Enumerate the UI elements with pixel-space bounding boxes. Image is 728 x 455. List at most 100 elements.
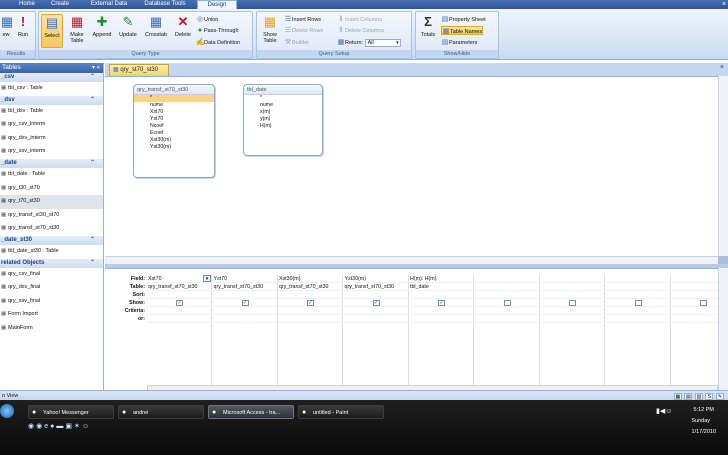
crosstab-button[interactable]: ▦ Crosstab [142, 14, 170, 48]
table-names-button[interactable]: ▦Table Names [441, 26, 484, 35]
insert-rows-button[interactable]: ☰Insert Rows [284, 15, 321, 24]
taskbar-button[interactable]: ● untitled - Paint [298, 405, 384, 419]
design-view-icon[interactable]: ✎ [716, 393, 724, 400]
nav-group-header[interactable]: _date_st30 ⌃ [0, 235, 103, 245]
show-checkbox[interactable] [503, 300, 511, 306]
grid-or-cell[interactable] [409, 315, 474, 323]
delete-rows-button[interactable]: ☰Delete Rows [284, 26, 323, 35]
grid-table-cell[interactable]: qry_transf_st70_st30 [343, 283, 409, 291]
tab-create[interactable]: Create [46, 0, 74, 9]
grid-show-cell[interactable]: ✓ [343, 299, 409, 307]
grid-criteria-cell[interactable] [540, 307, 605, 315]
tab-design[interactable]: Design [197, 0, 237, 9]
view-button[interactable]: ▦ ew [0, 14, 13, 48]
show-checkbox[interactable]: ✓ [372, 300, 380, 306]
grid-or-cell[interactable] [147, 315, 212, 323]
taskbar-button[interactable]: ● andrei [118, 405, 204, 419]
grid-criteria-cell[interactable] [147, 307, 212, 315]
nav-item[interactable]: ▦ tbl_date_st30 : Table [0, 245, 103, 259]
grid-field-cell[interactable]: Xst30(m) [278, 275, 343, 283]
grid-table-cell[interactable]: qry_transf_st70_st30 [212, 283, 278, 291]
field-dropdown-icon[interactable]: ▾ [203, 275, 211, 282]
field-list-item[interactable]: Xst30(m) [134, 137, 214, 144]
nav-item[interactable]: ▦ qry_t30_st70 [0, 182, 103, 196]
grid-show-cell[interactable] [605, 299, 671, 307]
nav-item[interactable]: ▦ qry_t70_st30 [0, 195, 103, 209]
show-checkbox[interactable] [634, 300, 642, 306]
grid-criteria-cell[interactable] [409, 307, 474, 315]
nav-item[interactable]: ▦ tbl_csv : Table [0, 82, 103, 96]
update-button[interactable]: ✎ Update [116, 14, 140, 48]
show-checkbox[interactable] [700, 300, 707, 306]
clock-time[interactable]: 5:12 PM [694, 407, 714, 413]
messenger-tray-icon[interactable]: ☺ [665, 408, 672, 415]
browser-icon[interactable]: ◉ [36, 423, 44, 430]
grid-table-cell[interactable] [474, 283, 540, 291]
grid-or-cell[interactable] [540, 315, 605, 323]
select-button[interactable]: ▤ Select [41, 14, 63, 48]
grid-criteria-cell[interactable] [212, 307, 278, 315]
property-sheet-button[interactable]: ▤Property Sheet [441, 15, 486, 24]
field-list-item[interactable]: Xst70 [134, 109, 214, 116]
grid-table-cell[interactable]: tbl_date [409, 283, 474, 291]
delete-columns-button[interactable]: ⫴ Delete Columns [337, 26, 385, 35]
save-icon[interactable]: ▣ [65, 423, 74, 430]
insert-columns-button[interactable]: ⫴ Insert Columns [337, 15, 382, 24]
show-checkbox[interactable]: ✓ [307, 300, 314, 306]
grid-field-cell[interactable] [605, 275, 671, 283]
close-document-icon[interactable]: × [720, 64, 724, 71]
nav-item[interactable]: ▦ qry_transf_st30_st70 [0, 209, 103, 223]
nav-item[interactable]: ▦ qry_ssv_final [0, 295, 103, 309]
folder-icon[interactable]: ▬ [56, 423, 65, 430]
pivot-chart-view-icon[interactable]: ▥ [694, 393, 703, 400]
grid-or-cell[interactable] [605, 315, 671, 323]
nav-group-header[interactable]: related Objects ⌃ [0, 258, 103, 268]
sql-view-icon[interactable]: S [705, 393, 714, 400]
grid-criteria-cell[interactable] [278, 307, 343, 315]
grid-field-cell[interactable]: Yst30(m) [343, 275, 409, 283]
field-list-item[interactable]: Yst70 [134, 116, 214, 123]
grid-field-cell[interactable] [540, 275, 605, 283]
show-checkbox[interactable] [569, 300, 576, 306]
grid-field-cell[interactable]: Yst70 [212, 275, 278, 283]
nav-header[interactable]: Tables ▾ « [0, 63, 103, 73]
tab-home[interactable]: Home [14, 0, 40, 9]
windows-icon[interactable]: ◉ [28, 423, 36, 430]
run-button[interactable]: ! Run [15, 14, 31, 48]
show-checkbox[interactable]: ✓ [176, 300, 183, 306]
close-icon[interactable]: × [722, 0, 726, 9]
grid-field-cell[interactable] [474, 275, 540, 283]
field-list-qry-transf[interactable]: qry_transf_st70_st30 * nume Xst70 Yst70 Ncoe… [133, 84, 215, 178]
delete-button[interactable]: ✕ Delete [172, 14, 194, 48]
nav-group-header[interactable]: _csv ⌃ [0, 73, 103, 82]
chevron-up-icon[interactable]: ⌃ [90, 159, 95, 168]
grid-sort-cell[interactable] [343, 291, 409, 299]
parameters-button[interactable]: ▤Parameters [441, 38, 478, 47]
table-pane-vertical-scrollbar[interactable] [718, 76, 728, 256]
nav-item[interactable]: ▦ qry_dsv_interm [0, 132, 103, 146]
star-icon[interactable]: ✶ [74, 423, 82, 430]
make-table-button[interactable]: ▦ Make Table [66, 14, 88, 48]
grid-or-cell[interactable] [212, 315, 278, 323]
nav-header-controls-icon[interactable]: ▾ « [92, 63, 100, 73]
grid-sort-cell[interactable] [278, 291, 343, 299]
data-definition-button[interactable]: ✍Data Definition [196, 38, 240, 47]
nav-group-header[interactable]: _dsv ⌃ [0, 95, 103, 105]
grid-sort-cell[interactable] [474, 291, 540, 299]
field-list-item[interactable]: Ecoef [134, 130, 214, 137]
grid-table-cell[interactable]: qry_transf_st70_st30 [278, 283, 343, 291]
field-list-tbl-date[interactable]: tbl_date * nume x(m) y(m) H(m) [243, 84, 323, 156]
show-table-button[interactable]: ▦ Show Table [259, 14, 281, 48]
field-list-item[interactable]: x(m) [244, 109, 322, 116]
taskbar-button[interactable]: ● Yahoo! Messenger [28, 405, 114, 419]
nav-item[interactable]: ▦ qry_dsv_final [0, 281, 103, 295]
field-list-item[interactable]: y(m) [244, 116, 322, 123]
nav-item[interactable]: ▦ MainForm [0, 322, 103, 336]
grid-show-cell[interactable] [474, 299, 540, 307]
field-list-item[interactable]: Yst30(m) [134, 144, 214, 151]
start-button[interactable] [0, 404, 14, 418]
field-list-item[interactable]: * [244, 95, 322, 102]
grid-or-cell[interactable] [278, 315, 343, 323]
grid-criteria-cell[interactable] [474, 307, 540, 315]
pass-through-button[interactable]: ● Pass-Through [196, 26, 239, 35]
